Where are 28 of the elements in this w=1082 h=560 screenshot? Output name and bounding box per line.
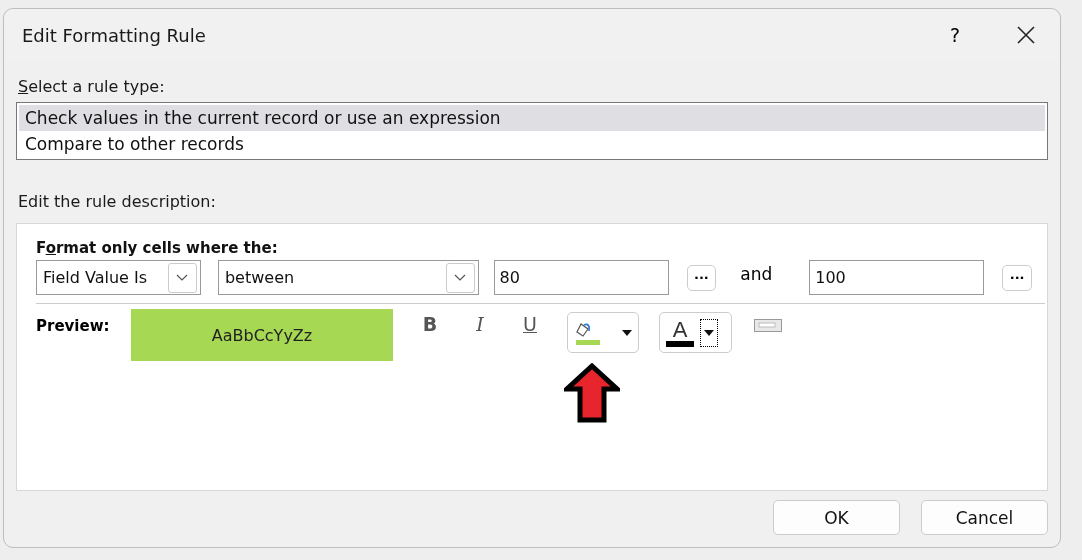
field-combo-box[interactable]: Field Value Is bbox=[36, 260, 201, 295]
preview-sample: AaBbCcYyZz bbox=[131, 309, 393, 361]
dialog-button[interactable]: OK bbox=[773, 500, 900, 535]
fill-color-button[interactable] bbox=[567, 312, 639, 353]
value-field[interactable]: 80 bbox=[493, 260, 669, 295]
italic-button[interactable]: I bbox=[465, 313, 495, 335]
and-label: and bbox=[740, 263, 773, 284]
rule-type-option[interactable]: Check values in the current record or use an expression bbox=[19, 105, 1045, 131]
border-style-icon[interactable] bbox=[754, 319, 782, 332]
panel-heading: Format only cells where the: bbox=[36, 239, 279, 257]
expression-builder-button[interactable]: ... bbox=[686, 264, 717, 291]
font-color-button[interactable]: A bbox=[659, 312, 732, 353]
caret-icon bbox=[622, 329, 632, 336]
close-button[interactable] bbox=[1016, 25, 1036, 45]
dialog-button[interactable]: Cancel bbox=[921, 500, 1048, 535]
section-label: Edit the rule description: bbox=[18, 192, 217, 211]
expression-builder-button[interactable]: ... bbox=[1002, 264, 1032, 291]
bold-button[interactable]: B bbox=[415, 313, 445, 335]
caret-icon bbox=[704, 329, 714, 336]
underline-button[interactable]: U bbox=[515, 313, 545, 335]
value-field[interactable]: 100 bbox=[809, 260, 985, 295]
section-label: Select a rule type: bbox=[18, 77, 166, 96]
operator-combo-box[interactable]: between bbox=[217, 260, 479, 295]
rule-type-option[interactable]: Compare to other records bbox=[19, 131, 1045, 157]
help-button[interactable]: ? bbox=[949, 24, 960, 46]
up-arrow-drawing bbox=[564, 363, 620, 423]
preview-label: Preview: bbox=[36, 317, 111, 335]
window-title: Edit Formatting Rule bbox=[22, 24, 207, 46]
